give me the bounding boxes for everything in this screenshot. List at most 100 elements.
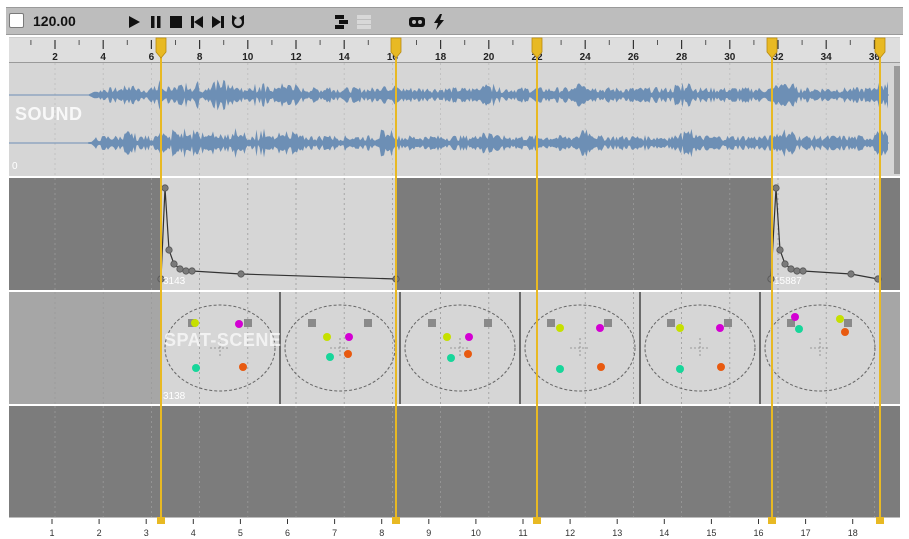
source-yellow[interactable] [191, 319, 199, 327]
source-magenta[interactable] [235, 320, 243, 328]
source-teal[interactable] [676, 365, 684, 373]
bottom-ruler-label: 15 [706, 528, 716, 538]
speaker-square[interactable] [308, 319, 316, 327]
speaker-square[interactable] [844, 319, 852, 327]
skip-forward-button[interactable] [208, 12, 228, 32]
controller-button[interactable] [407, 12, 427, 32]
automation-point[interactable] [161, 184, 169, 192]
source-magenta[interactable] [345, 333, 353, 341]
source-orange[interactable] [597, 363, 605, 371]
source-teal[interactable] [795, 325, 803, 333]
skip-back-icon [191, 16, 203, 28]
source-orange[interactable] [344, 350, 352, 358]
time-ruler[interactable]: 24681012141618202224262830323436 [9, 37, 900, 63]
speaker-square[interactable] [724, 319, 732, 327]
automation-curves [54, 178, 882, 290]
stop-icon [170, 16, 182, 28]
bottom-ruler-label: 2 [97, 528, 102, 538]
automation-point[interactable] [170, 260, 178, 268]
bottom-ruler-label: 7 [332, 528, 337, 538]
flowchart-icon [335, 15, 348, 29]
bottom-ruler-label: 10 [471, 528, 481, 538]
source-teal[interactable] [447, 354, 455, 362]
automation-point[interactable] [787, 265, 795, 273]
sound-scrollbar[interactable] [894, 66, 900, 174]
pause-button[interactable] [146, 12, 166, 32]
automation-point[interactable] [772, 184, 780, 192]
automation-point[interactable] [847, 270, 855, 278]
bottom-ruler-label: 14 [659, 528, 669, 538]
automation-point[interactable] [237, 270, 245, 278]
automation-point[interactable] [165, 246, 173, 254]
source-magenta[interactable] [716, 324, 724, 332]
lightning-icon [434, 14, 444, 30]
flowchart-button[interactable] [332, 12, 352, 32]
bottom-ruler[interactable]: 1 2 3 4 5 6 7 8 9 10 11 12 13 14 15 16 17 18 [9, 517, 900, 539]
play-button[interactable] [124, 12, 144, 32]
bottom-ruler-ticks: 1 2 3 4 5 6 7 8 9 10 11 12 13 14 15 16 17 18 [49, 519, 858, 538]
tempo-checkbox[interactable] [9, 13, 24, 28]
loop-button[interactable] [228, 12, 248, 32]
source-teal[interactable] [556, 365, 564, 373]
skip-back-button[interactable] [187, 12, 207, 32]
source-orange[interactable] [239, 363, 247, 371]
source-yellow[interactable] [676, 324, 684, 332]
automation-track[interactable]: 3143 15887 [9, 178, 900, 292]
source-teal[interactable] [326, 353, 334, 361]
empty-track[interactable] [9, 406, 900, 517]
bottom-ruler-label: 16 [753, 528, 763, 538]
empty-track-grid [54, 406, 875, 517]
source-magenta[interactable] [465, 333, 473, 341]
source-orange[interactable] [841, 328, 849, 336]
source-yellow[interactable] [323, 333, 331, 341]
speaker-square[interactable] [244, 319, 252, 327]
list-button[interactable] [354, 12, 374, 32]
sound-track[interactable]: SOUND 0 [9, 63, 900, 178]
marker-foot [768, 517, 776, 524]
ruler-label: 6 [149, 52, 155, 63]
spat-track-label: SPAT-SCENE [164, 330, 282, 350]
bottom-ruler-label: 8 [379, 528, 384, 538]
loop-icon [231, 15, 245, 29]
ruler-label: 12 [290, 52, 302, 63]
speaker-square[interactable] [547, 319, 555, 327]
speaker-square[interactable] [484, 319, 492, 327]
automation-point[interactable] [781, 260, 789, 268]
automation-point[interactable] [176, 265, 184, 273]
bottom-ruler-label: 6 [285, 528, 290, 538]
ruler-label: 30 [724, 52, 736, 63]
source-yellow[interactable] [556, 324, 564, 332]
speaker-square[interactable] [428, 319, 436, 327]
speaker-square[interactable] [604, 319, 612, 327]
automation-point[interactable] [188, 267, 196, 275]
automation-point[interactable] [776, 246, 784, 254]
speaker-square[interactable] [364, 319, 372, 327]
automation-value-left: 3143 [163, 276, 186, 287]
waveform-channel-1 [87, 78, 888, 112]
bottom-ruler-label: 11 [518, 528, 527, 538]
sound-track-label: SOUND [15, 104, 83, 124]
source-yellow[interactable] [836, 315, 844, 323]
stop-button[interactable] [166, 12, 186, 32]
bottom-ruler-label: 13 [612, 528, 622, 538]
automation-point[interactable] [182, 267, 190, 275]
source-magenta[interactable] [596, 324, 604, 332]
automation-box-2 [771, 178, 879, 290]
ruler-label: 26 [628, 52, 640, 63]
spat-scene-track[interactable]: SPAT-SCENE 3138 [9, 292, 900, 406]
automation-point[interactable] [799, 267, 807, 275]
ruler-label: 34 [821, 52, 833, 63]
tempo-value[interactable]: 120.00 [33, 11, 76, 31]
bottom-ruler-label: 1 [49, 528, 54, 538]
source-orange[interactable] [464, 350, 472, 358]
marker-foot [876, 517, 884, 524]
source-yellow[interactable] [443, 333, 451, 341]
source-teal[interactable] [192, 364, 200, 372]
automation-point[interactable] [793, 267, 801, 275]
lightning-button[interactable] [429, 12, 449, 32]
source-orange[interactable] [717, 363, 725, 371]
waveform [9, 63, 889, 176]
bottom-ruler-label: 18 [848, 528, 858, 538]
source-magenta[interactable] [791, 313, 799, 321]
speaker-square[interactable] [667, 319, 675, 327]
